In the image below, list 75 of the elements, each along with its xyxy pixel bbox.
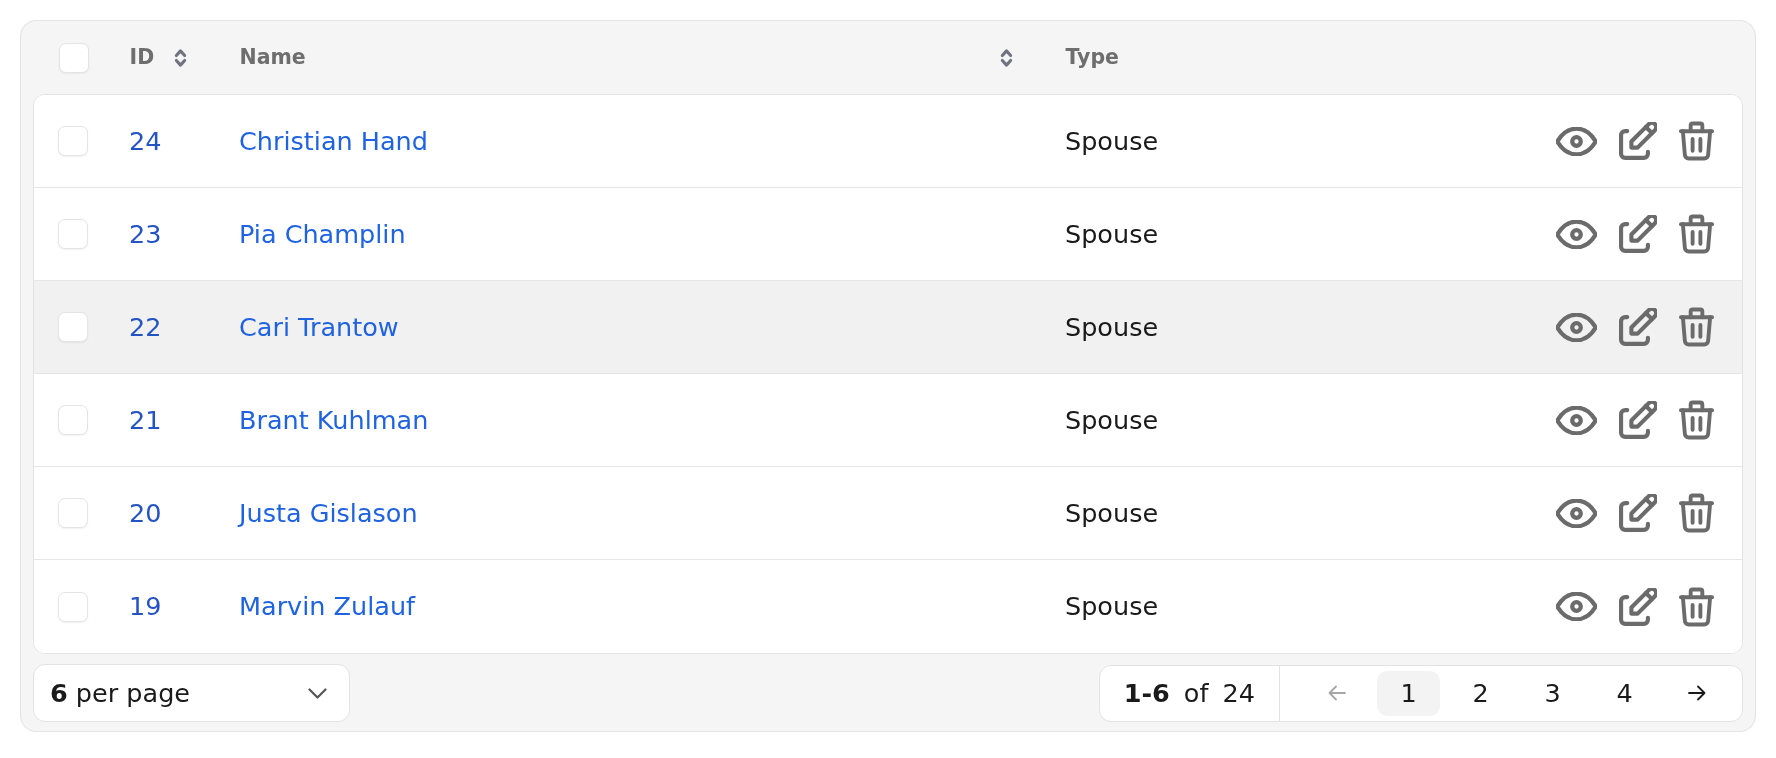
id-link[interactable]: 20 [129,497,162,528]
trash-icon [1679,121,1714,161]
delete-button[interactable] [1679,121,1714,161]
name-link[interactable]: Christian Hand [239,125,428,156]
chevron-down-icon [308,687,327,699]
edit-button[interactable] [1619,401,1657,439]
page-button[interactable]: 2 [1449,670,1512,716]
edit-icon [1619,308,1657,346]
id-link[interactable]: 19 [129,591,162,621]
eye-icon [1556,592,1597,621]
row-checkbox[interactable] [58,312,88,342]
id-link[interactable]: 24 [129,125,162,156]
eye-icon [1556,498,1597,528]
trash-icon [1679,307,1714,347]
edit-icon [1619,494,1657,532]
table-cell: Spouse [1065,404,1159,435]
row-checkbox[interactable] [58,405,88,435]
edit-icon [1619,401,1657,439]
delete-button[interactable] [1679,214,1714,254]
select-all-checkbox[interactable] [58,42,89,73]
delete-button[interactable] [1679,586,1714,627]
view-button[interactable] [1556,405,1597,435]
delete-button[interactable] [1679,400,1714,440]
arrow-right-icon [1687,685,1706,701]
id-link[interactable]: 21 [129,404,162,435]
delete-button[interactable] [1679,493,1714,533]
edit-icon [1619,122,1657,160]
table-cell: Spouse [1065,591,1159,621]
edit-icon [1619,215,1657,253]
name-link[interactable]: Brant Kuhlman [239,404,429,435]
view-button[interactable] [1556,126,1597,156]
trash-icon [1679,586,1714,627]
view-button[interactable] [1556,219,1597,249]
name-link[interactable]: Justa Gislason [239,497,418,528]
row-checkbox[interactable] [58,498,88,528]
table-cell: Spouse [1065,311,1159,342]
edit-button[interactable] [1619,587,1657,626]
column-header: ID [129,44,155,72]
arrow-left-icon [1327,685,1346,701]
page-button[interactable]: 4 [1593,670,1656,716]
eye-icon [1556,312,1597,342]
table-cell: Spouse [1065,497,1159,528]
sort-icon[interactable] [174,46,188,69]
row-checkbox[interactable] [58,591,88,622]
view-button[interactable] [1556,498,1597,528]
per-page-select[interactable]: 6 per page [33,664,350,722]
column-header: Type [1065,44,1119,72]
page-button[interactable]: 1 [1377,670,1440,716]
eye-icon [1556,405,1597,435]
view-button[interactable] [1556,312,1597,342]
row-checkbox[interactable] [58,219,88,249]
edit-icon [1619,587,1657,626]
row-checkbox[interactable] [58,126,88,156]
edit-button[interactable] [1619,308,1657,346]
id-link[interactable]: 22 [129,311,162,342]
sort-icon[interactable] [999,46,1013,69]
column-header: Name [239,44,306,72]
delete-button[interactable] [1679,307,1714,347]
name-link[interactable]: Marvin Zulauf [239,591,416,621]
view-button[interactable] [1556,592,1597,621]
trash-icon [1679,400,1714,440]
page-range-text: 1-6 of 24 [1123,677,1255,708]
eye-icon [1556,219,1597,249]
name-link[interactable]: Cari Trantow [239,311,399,342]
edit-button[interactable] [1619,215,1657,253]
page-button[interactable]: 3 [1521,670,1584,716]
trash-icon [1679,214,1714,254]
name-link[interactable]: Pia Champlin [239,218,406,249]
edit-button[interactable] [1619,494,1657,532]
edit-button[interactable] [1619,122,1657,160]
table-cell: Spouse [1065,125,1159,156]
id-link[interactable]: 23 [129,218,162,249]
table-cell: Spouse [1065,218,1159,249]
trash-icon [1679,493,1714,533]
eye-icon [1556,126,1597,156]
